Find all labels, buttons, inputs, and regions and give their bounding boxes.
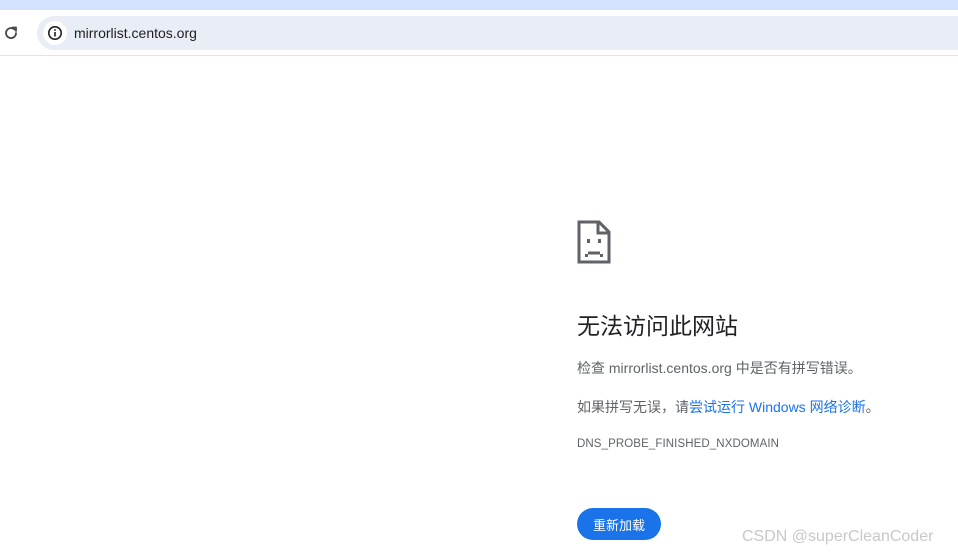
watermark: CSDN @superCleanCoder	[742, 528, 934, 545]
network-diagnostics-link[interactable]: 尝试运行 Windows 网络诊断	[689, 399, 866, 415]
check-suffix: 中是否有拼写错误。	[731, 360, 862, 376]
hint-prefix: 如果拼写无误，请	[577, 399, 689, 415]
error-title: 无法访问此网站	[577, 313, 738, 339]
reload-button[interactable]: 重新加载	[577, 508, 661, 540]
check-prefix: 检查	[577, 360, 609, 376]
browser-top-strip	[0, 0, 958, 10]
info-icon[interactable]	[43, 21, 67, 45]
check-host: mirrorlist.centos.org	[608, 360, 732, 376]
address-bar[interactable]: mirrorlist.centos.org	[37, 16, 958, 50]
diagnostics-hint: 如果拼写无误，请尝试运行 Windows 网络诊断。	[577, 398, 880, 416]
browser-toolbar: mirrorlist.centos.org	[0, 10, 958, 56]
error-code: DNS_PROBE_FINISHED_NXDOMAIN	[577, 438, 780, 450]
spelling-check-message: 检查 mirrorlist.centos.org 中是否有拼写错误。	[577, 359, 862, 377]
hint-suffix: 。	[865, 399, 880, 415]
reload-icon[interactable]	[0, 22, 22, 44]
sad-document-icon	[577, 220, 611, 264]
url-text[interactable]: mirrorlist.centos.org	[74, 24, 197, 42]
